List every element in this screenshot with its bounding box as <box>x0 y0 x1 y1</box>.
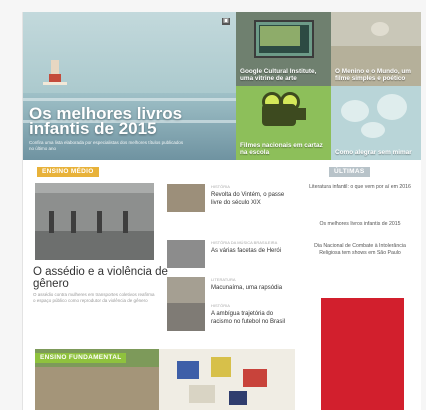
main-article-image[interactable] <box>35 183 154 260</box>
hero-description: Confira uma lista elaborada por especial… <box>29 140 184 151</box>
gallery-icon: ▣ <box>222 18 230 25</box>
camera-lens <box>296 108 306 120</box>
tile-filmes-nacionais[interactable]: Filmes nacionais em cartaz na escola <box>236 86 331 160</box>
hero-wave <box>23 98 236 101</box>
news-thumbnail <box>167 303 205 331</box>
tile-menino-mundo[interactable]: O Menino e o Mundo, um filme simples e p… <box>331 12 421 86</box>
image-square <box>243 369 267 387</box>
image-square <box>177 361 199 379</box>
news-item[interactable]: HISTÓRIA DA MÚSICA BRASILEIRA As várias … <box>167 239 291 279</box>
section-label-ultimas[interactable]: ÚLTIMAS <box>329 167 370 177</box>
news-title[interactable]: Macunaíma, uma rapsódia <box>211 285 289 293</box>
news-item[interactable]: HISTÓRIA A ambígua trajetória do racismo… <box>167 302 291 342</box>
image-square <box>211 357 231 377</box>
image-person <box>71 211 76 233</box>
tile-sun <box>371 22 389 36</box>
news-category: HISTÓRIA <box>211 303 230 308</box>
illustration-shape <box>361 122 385 138</box>
advertisement-banner[interactable] <box>321 298 404 410</box>
news-category: HISTÓRIA <box>211 184 230 189</box>
camera-icon <box>262 104 296 126</box>
news-thumbnail <box>167 184 205 212</box>
image-ground <box>35 367 159 410</box>
news-category: LITERATURA <box>211 277 236 282</box>
news-category: HISTÓRIA DA MÚSICA BRASILEIRA <box>211 240 278 245</box>
main-article-description: O assédio contra mulheres em transportes… <box>33 292 155 303</box>
image-person <box>49 211 54 233</box>
news-item[interactable]: HISTÓRIA Revolta do Vintém, o passe livr… <box>167 183 291 223</box>
ultimas-link[interactable]: Literatura infantil: o que vem por aí em… <box>305 184 415 191</box>
tile-caption: Filmes nacionais em cartaz na escola <box>240 142 323 156</box>
tile-caption: Como alegrar sem mimar <box>335 149 412 156</box>
image-ceiling <box>35 183 154 193</box>
section-label-ensino-fundamental[interactable]: ENSINO FUNDAMENTAL <box>35 353 127 363</box>
illustration-shape <box>341 100 369 122</box>
image-person <box>97 211 102 233</box>
image-floor <box>35 231 154 260</box>
hero-illustration <box>43 60 67 85</box>
image-person <box>123 211 128 233</box>
tile-alegrar-sem-mimar[interactable]: Como alegrar sem mimar <box>331 86 421 160</box>
tile-google-cultural[interactable]: Google Cultural Institute, uma vitrine d… <box>236 12 331 86</box>
art-article-image[interactable] <box>159 349 295 410</box>
image-square <box>189 385 215 403</box>
tile-caption: Google Cultural Institute, uma vitrine d… <box>240 68 317 82</box>
image-square <box>229 391 247 405</box>
news-title[interactable]: As várias facetas de Herói <box>211 248 289 256</box>
tile-caption: O Menino e o Mundo, um filme simples e p… <box>335 68 411 82</box>
page: ▣ Os melhores livros infantis de 2015 Co… <box>22 12 421 410</box>
news-title[interactable]: A ambígua trajetória do racismo no futeb… <box>211 311 289 326</box>
ultimas-link[interactable]: Dia Nacional de Combate à Intolerância R… <box>305 243 415 256</box>
hero-feature[interactable]: ▣ Os melhores livros infantis de 2015 Co… <box>23 12 236 160</box>
monitor-glow <box>260 26 300 46</box>
illustration-shape <box>377 94 407 120</box>
main-article-title[interactable]: O assédio e a violência de gênero <box>33 266 173 290</box>
news-thumbnail <box>167 277 205 305</box>
section-label-ensino-medio[interactable]: ENSINO MÉDIO <box>37 167 99 177</box>
hero-title[interactable]: Os melhores livros infantis de 2015 <box>29 105 229 137</box>
ultimas-link[interactable]: Os melhores livros infantis de 2015 <box>305 221 415 228</box>
news-title[interactable]: Revolta do Vintém, o passe livre do sécu… <box>211 192 289 207</box>
news-thumbnail <box>167 240 205 268</box>
